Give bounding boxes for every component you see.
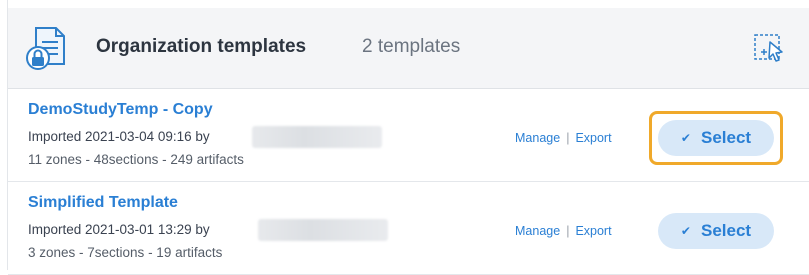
imported-info: Imported 2021-03-04 09:16 by [28, 129, 210, 144]
template-count: 2 templates [362, 36, 461, 57]
check-icon: ✔ [680, 224, 691, 238]
templates-panel: Organization templates 2 templates DemoS… [7, 0, 809, 275]
check-icon: ✔ [680, 131, 691, 145]
row-actions: Manage | Export [515, 224, 612, 238]
select-button[interactable]: ✔ Select [658, 213, 774, 249]
selection-cursor-icon[interactable] [752, 30, 786, 66]
link-separator: | [566, 131, 570, 145]
select-label: Select [700, 128, 752, 147]
template-name-link[interactable]: DemoStudyTemp - Copy [28, 101, 213, 119]
row-actions: Manage | Export [515, 131, 612, 145]
template-stats: 11 zones - 48sections - 249 artifacts [28, 152, 244, 167]
export-link[interactable]: Export [575, 131, 611, 145]
page-title: Organization templates [96, 36, 307, 57]
imported-info: Imported 2021-03-01 13:29 by [28, 222, 210, 237]
select-label: Select [700, 221, 752, 240]
select-button[interactable]: ✔ Select [658, 120, 774, 156]
export-link[interactable]: Export [575, 224, 611, 238]
locked-document-icon [26, 27, 65, 70]
templates-header: Organization templates 2 templates [8, 8, 809, 89]
link-separator: | [566, 224, 570, 238]
template-stats: 3 zones - 7sections - 19 artifacts [28, 245, 223, 260]
manage-link[interactable]: Manage [515, 131, 560, 145]
template-row: DemoStudyTemp - Copy Imported 2021-03-04… [8, 89, 809, 182]
template-row: Simplified Template Imported 2021-03-01 … [8, 182, 809, 275]
manage-link[interactable]: Manage [515, 224, 560, 238]
template-name-link[interactable]: Simplified Template [28, 194, 178, 212]
redacted-user [258, 219, 388, 241]
redacted-user [252, 126, 382, 148]
